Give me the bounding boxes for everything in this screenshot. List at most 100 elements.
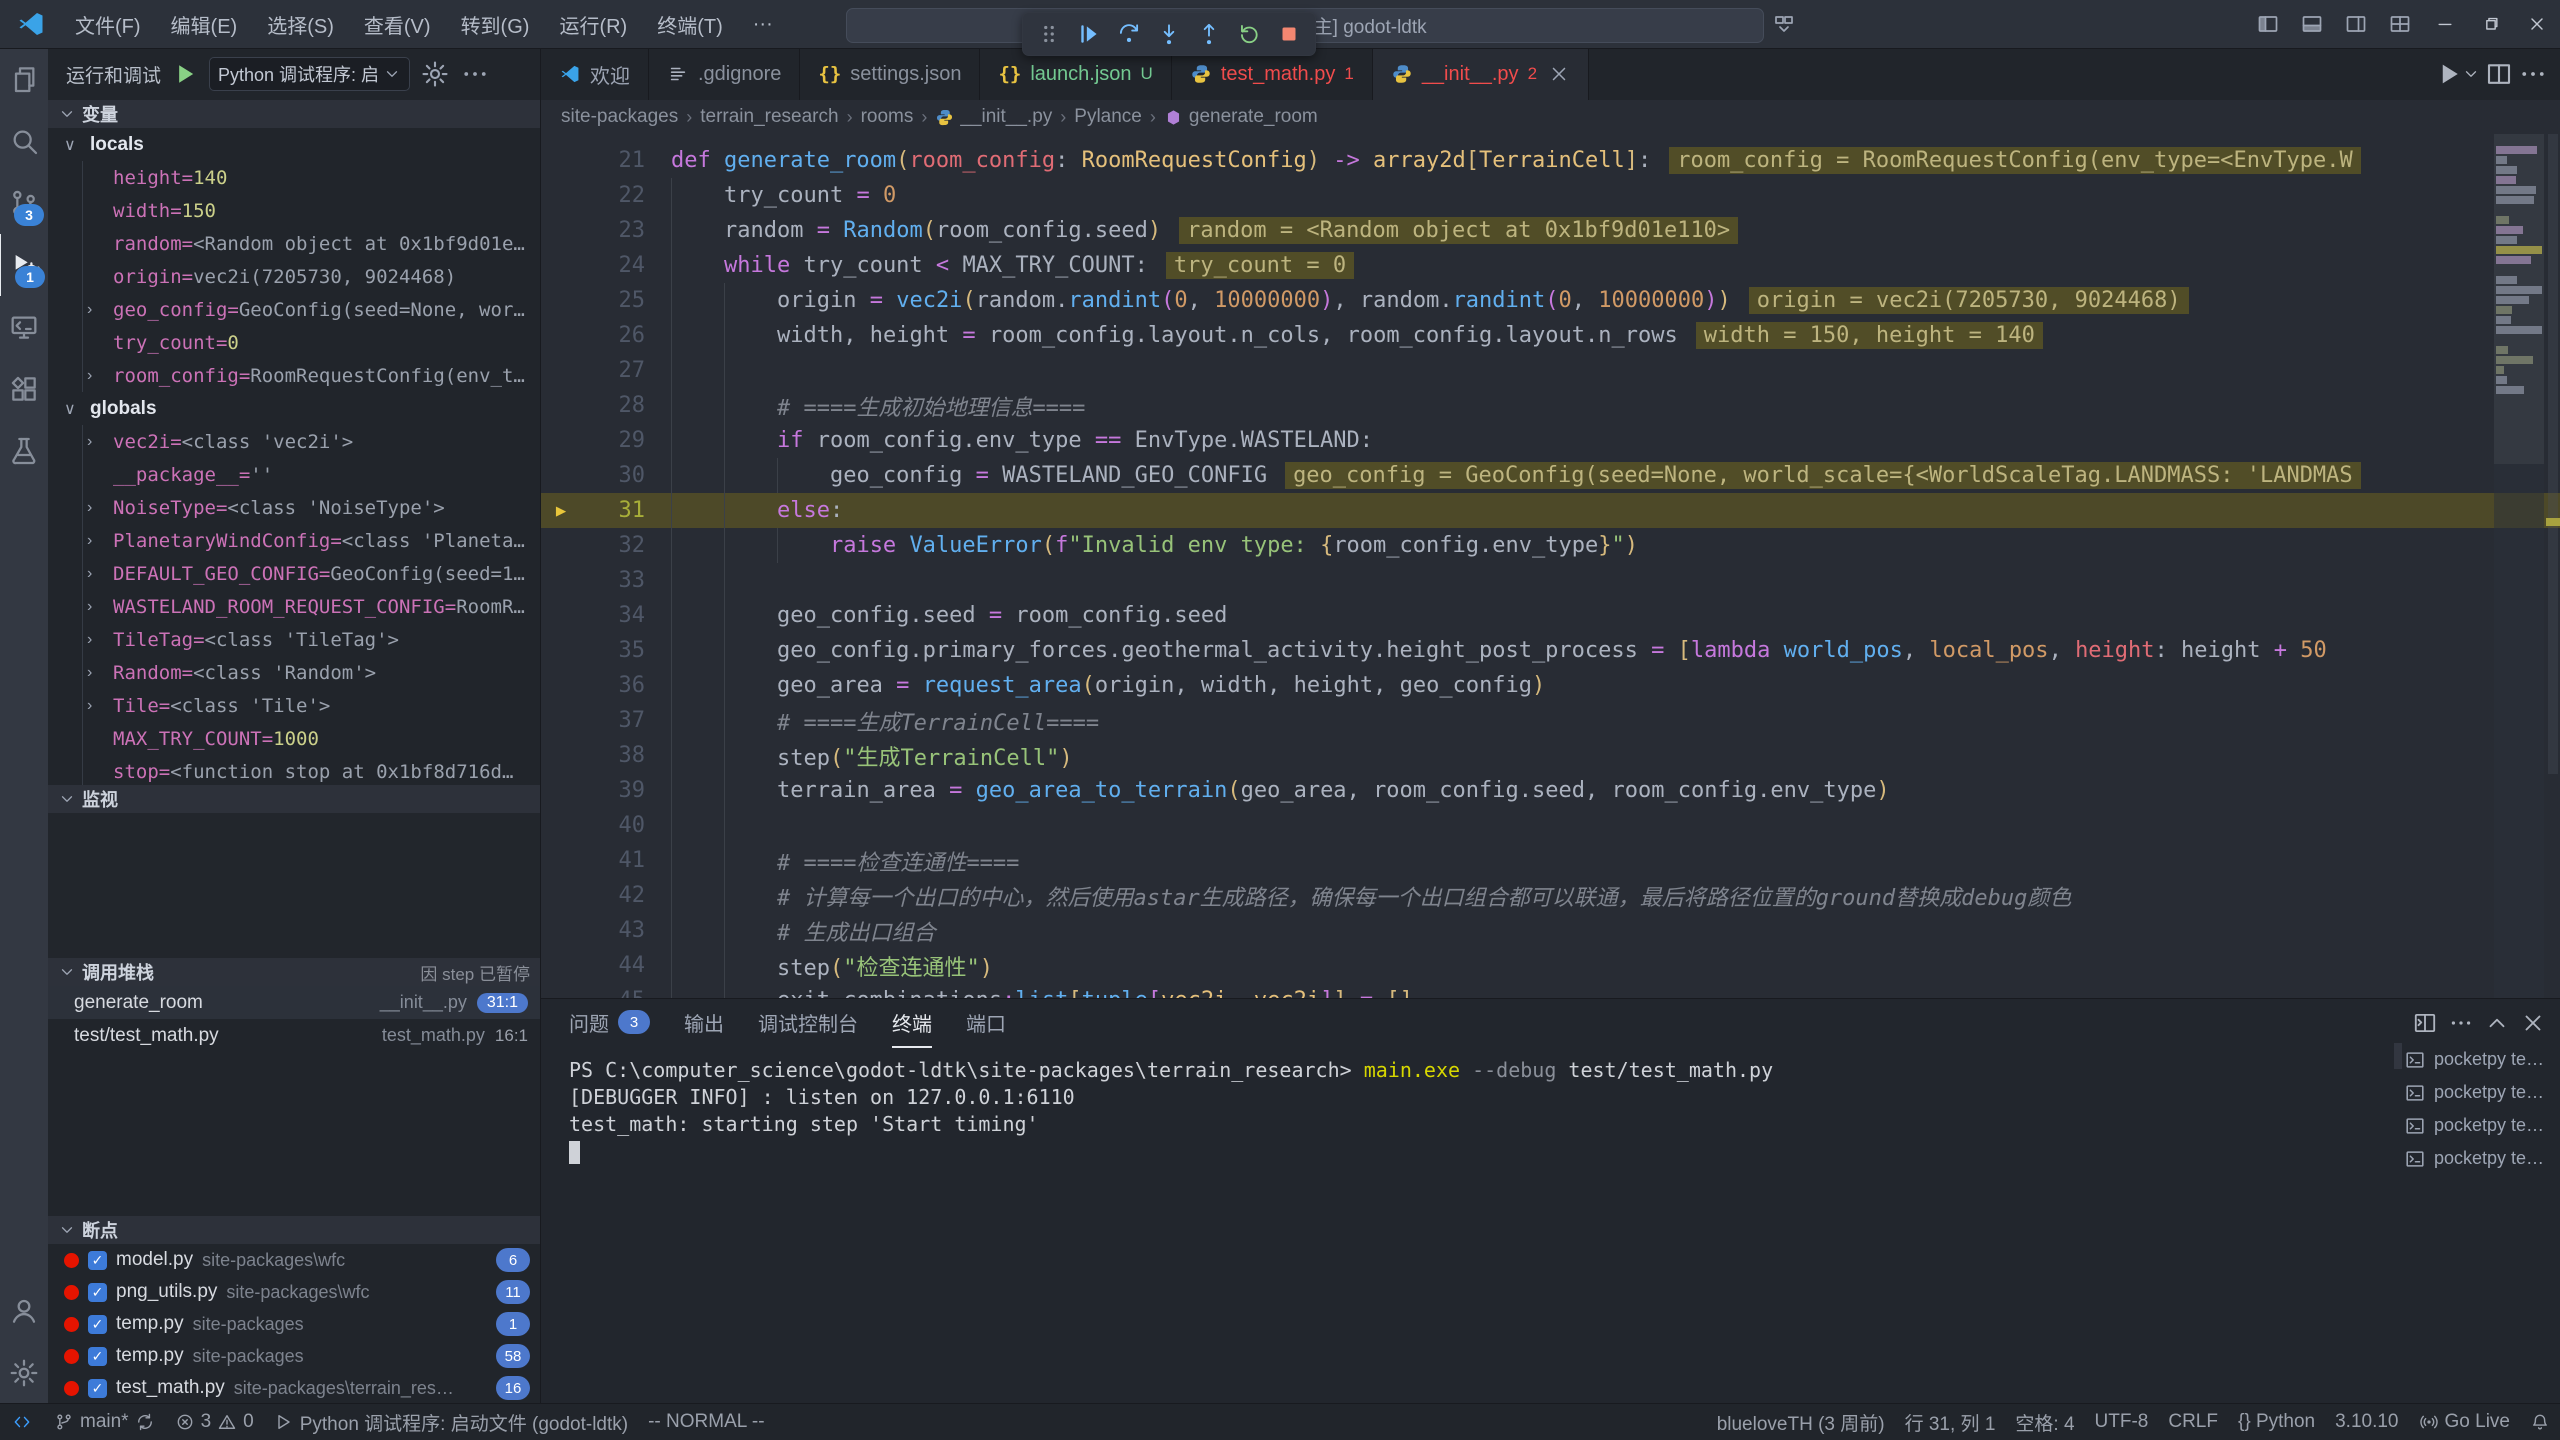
code-line[interactable]: 38 step("生成TerrainCell") [541, 738, 2560, 773]
breadcrumb-item[interactable]: terrain_research [700, 106, 838, 128]
variable-row[interactable]: ›WASTELAND_ROOM_REQUEST_CONFIG = RoomR… [83, 590, 540, 623]
variable-row[interactable]: ›Random = <class 'Random'> [83, 656, 540, 689]
code-line[interactable]: 39 terrain_area = geo_area_to_terrain(ge… [541, 773, 2560, 808]
breakpoint-checkbox[interactable]: ✓ [88, 1315, 107, 1334]
toggle-sidebar-right-icon[interactable] [2334, 0, 2378, 48]
minimap[interactable] [2494, 134, 2544, 998]
breadcrumb-item[interactable]: site-packages [561, 106, 678, 128]
debug-stop[interactable] [1271, 17, 1307, 51]
menu-终端(T)[interactable]: 终端(T) [642, 0, 738, 48]
debug-step-over[interactable] [1111, 17, 1147, 51]
toggle-panel-icon[interactable] [2290, 0, 2334, 48]
breakpoint-checkbox[interactable]: ✓ [88, 1347, 107, 1366]
variable-row[interactable]: MAX_TRY_COUNT = 1000 [83, 722, 540, 755]
breakpoints-section-header[interactable]: 断点 [48, 1216, 540, 1244]
activity-extensions[interactable] [0, 358, 48, 420]
panel-tab-问题[interactable]: 问题3 [569, 998, 650, 1048]
variable-row[interactable]: width = 150 [83, 194, 540, 227]
activity-search[interactable] [0, 110, 48, 172]
activity-testing[interactable] [0, 420, 48, 482]
tab-.gdignore[interactable]: .gdignore [649, 48, 800, 100]
code-line[interactable]: 44 step("检查连通性") [541, 948, 2560, 983]
code-line[interactable]: 33 [541, 563, 2560, 598]
breadcrumb-item[interactable]: rooms [861, 106, 914, 128]
code-line[interactable]: 20 [541, 134, 2560, 143]
code-line[interactable]: 30 geo_config = WASTELAND_GEO_CONFIGgeo_… [541, 458, 2560, 493]
debug-step-out[interactable] [1191, 17, 1227, 51]
code-line[interactable]: 29 if room_config.env_type == EnvType.WA… [541, 423, 2560, 458]
panel-tab-调试控制台[interactable]: 调试控制台 [758, 998, 858, 1048]
debug-settings-gear-icon[interactable] [420, 59, 450, 89]
status-cursor-position[interactable]: 行 31, 列 1 [1895, 1404, 2006, 1440]
scope-globals[interactable]: ∨globals [48, 392, 540, 425]
menu-选择(S)[interactable]: 选择(S) [252, 0, 349, 48]
terminal-instance[interactable]: pocketpy te… [2404, 1076, 2554, 1109]
scope-locals[interactable]: ∨locals [48, 128, 540, 161]
tab-close-icon[interactable] [1548, 63, 1570, 85]
menu-文件(F)[interactable]: 文件(F) [60, 0, 156, 48]
variable-row[interactable]: random = <Random object at 0x1bf9d01e… [83, 227, 540, 260]
code-line[interactable]: 28 # ====生成初始地理信息==== [541, 388, 2560, 423]
debug-continue[interactable] [1071, 17, 1107, 51]
status-notifications[interactable] [2520, 1404, 2560, 1440]
status-problems[interactable]: 30 [165, 1404, 264, 1440]
code-line[interactable]: 41 # ====检查连通性==== [541, 843, 2560, 878]
panel-tab-输出[interactable]: 输出 [684, 998, 724, 1048]
code-line[interactable]: 23 random = Random(room_config.seed)rand… [541, 213, 2560, 248]
layout-dropdown-icon[interactable] [1772, 10, 1812, 38]
toggle-sidebar-left-icon[interactable] [2246, 0, 2290, 48]
variable-row[interactable]: ›PlanetaryWindConfig = <class 'Planeta… [83, 524, 540, 557]
stack-frame[interactable]: generate_room__init__.py31:1 [48, 986, 540, 1019]
code-line[interactable]: 42 # 计算每一个出口的中心，然后使用astar生成路径，确保每一个出口组合都… [541, 878, 2560, 913]
customize-layout-icon[interactable] [2378, 0, 2422, 48]
code-line[interactable]: 43 # 生成出口组合 [541, 913, 2560, 948]
close-panel-icon[interactable] [2520, 1010, 2546, 1036]
code-line[interactable]: ▶31 else: [541, 493, 2560, 528]
stack-frame[interactable]: test/test_math.pytest_math.py16:1 [48, 1019, 540, 1052]
chevron-down-icon[interactable] [2462, 65, 2480, 83]
call-stack-section-header[interactable]: 调用堆栈 因 step 已暂停 [48, 958, 540, 986]
terminal-instance[interactable]: pocketpy te… [2404, 1109, 2554, 1142]
code-line[interactable]: 24 while try_count < MAX_TRY_COUNT:try_c… [541, 248, 2560, 283]
watch-section-header[interactable]: 监视 [48, 785, 540, 813]
breadcrumb-item[interactable]: generate_room [1164, 106, 1318, 128]
panel-more-actions-icon[interactable] [2448, 1010, 2474, 1036]
status-debug-config[interactable]: Python 调试程序: 启动文件 (godot-ldtk) [264, 1404, 638, 1440]
status-go-live[interactable]: Go Live [2409, 1404, 2520, 1440]
status-remote[interactable] [0, 1404, 44, 1440]
breakpoint-checkbox[interactable]: ✓ [88, 1251, 107, 1270]
debug-configuration-select[interactable]: Python 调试程序: 启 [209, 57, 410, 91]
variable-row[interactable]: height = 140 [83, 161, 540, 194]
status-encoding[interactable]: UTF-8 [2085, 1404, 2159, 1440]
panel-tab-终端[interactable]: 终端 [892, 998, 932, 1048]
code-line[interactable]: 40 [541, 808, 2560, 843]
code-line[interactable]: 36 geo_area = request_area(origin, width… [541, 668, 2560, 703]
code-line[interactable]: 27 [541, 353, 2560, 388]
run-python-file-icon[interactable] [2434, 59, 2464, 89]
code-line[interactable]: 37 # ====生成TerrainCell==== [541, 703, 2560, 738]
activity-explorer[interactable] [0, 48, 48, 110]
code-line[interactable]: 35 geo_config.primary_forces.geothermal_… [541, 633, 2560, 668]
menu-编辑(E)[interactable]: 编辑(E) [156, 0, 253, 48]
breakpoint-row[interactable]: ✓temp.pysite-packages1 [48, 1308, 540, 1340]
window-restore-button[interactable] [2468, 0, 2514, 48]
variable-row[interactable]: ›geo_config = GeoConfig(seed=None, wor… [83, 293, 540, 326]
terminal-instance[interactable]: pocketpy te… [2404, 1142, 2554, 1175]
terminal-instance[interactable]: pocketpy te… [2404, 1043, 2554, 1076]
status-branch[interactable]: main* [44, 1404, 165, 1440]
menu-运行(R)[interactable]: 运行(R) [544, 0, 642, 48]
status-vim-mode[interactable]: -- NORMAL -- [638, 1404, 774, 1440]
breakpoint-checkbox[interactable]: ✓ [88, 1283, 107, 1302]
panel-tab-端口[interactable]: 端口 [966, 998, 1006, 1048]
status-language-mode[interactable]: {} Python [2228, 1404, 2325, 1440]
variable-row[interactable]: origin = vec2i(7205730, 9024468) [83, 260, 540, 293]
editor-more-actions-icon[interactable] [2518, 59, 2548, 89]
tab-__init__.py[interactable]: __init__.py2 [1373, 48, 1589, 100]
variable-row[interactable]: ›NoiseType = <class 'NoiseType'> [83, 491, 540, 524]
code-line[interactable]: 32 raise ValueError(f"Invalid env type: … [541, 528, 2560, 563]
breakpoint-checkbox[interactable]: ✓ [88, 1379, 107, 1398]
editor-scrollbar[interactable] [2546, 134, 2560, 998]
menu-转到(G)[interactable]: 转到(G) [446, 0, 545, 48]
activity-run-and-debug[interactable]: 1 [0, 234, 49, 296]
variable-row[interactable]: ›room_config = RoomRequestConfig(env_t… [83, 359, 540, 392]
